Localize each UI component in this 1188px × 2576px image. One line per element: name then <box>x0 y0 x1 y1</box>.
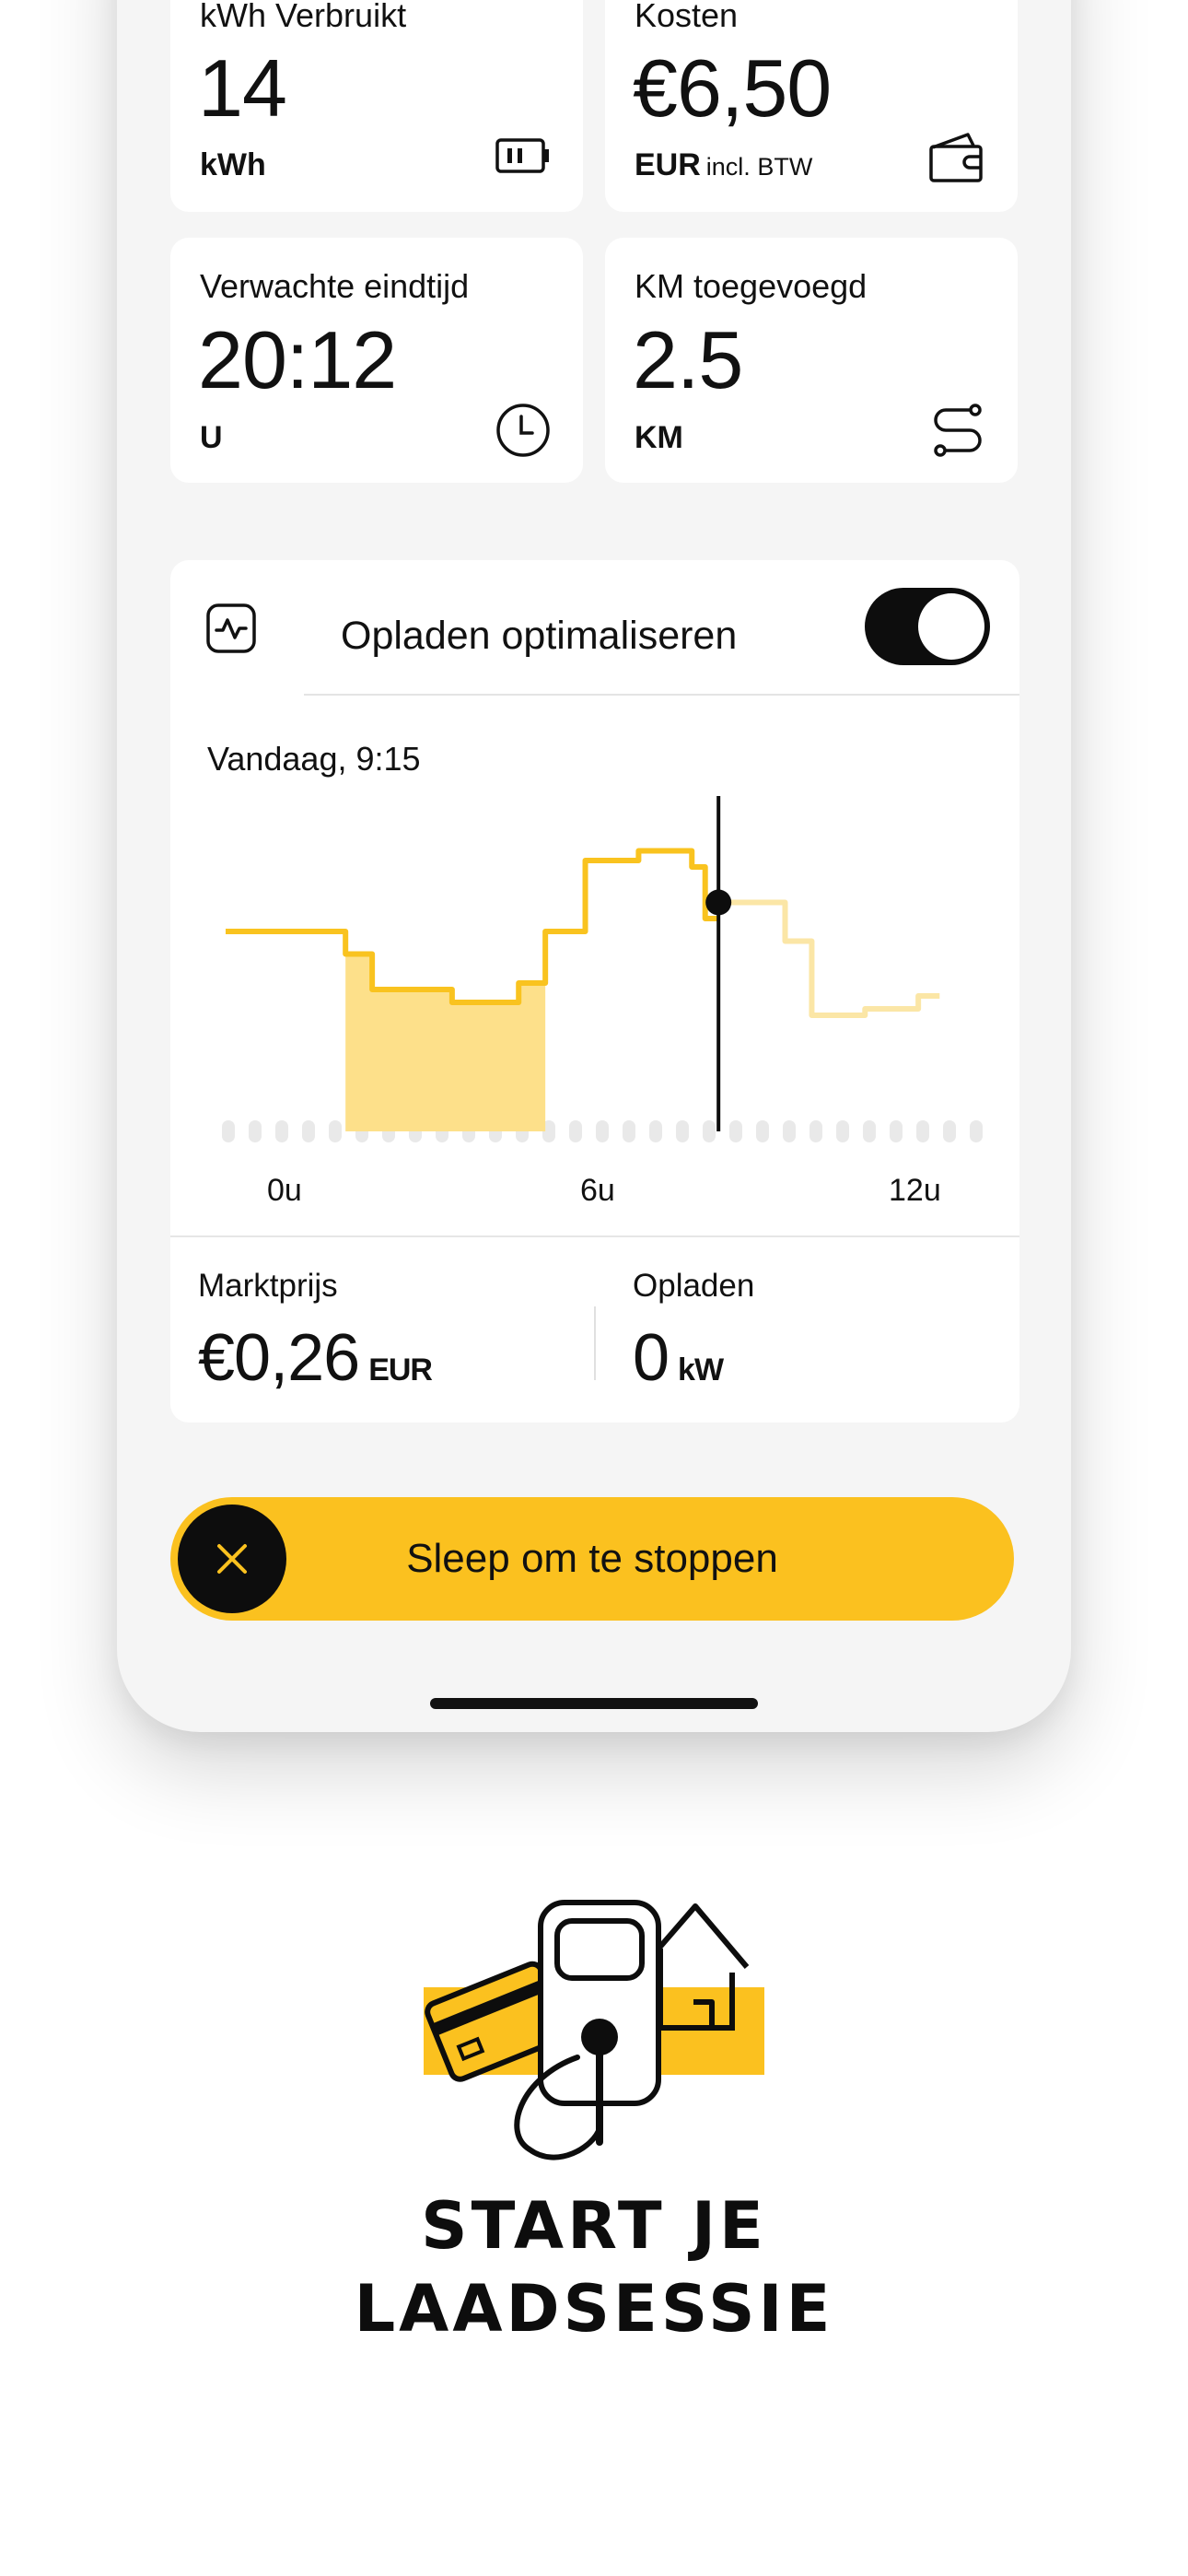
activity-icon <box>205 603 257 659</box>
axis-dot <box>676 1120 689 1142</box>
stat-value: 14 <box>198 42 287 134</box>
stat-card-end-time: Verwachte eindtijd 20:12 U <box>170 238 583 483</box>
charging-window-area <box>345 954 546 1131</box>
stat-unit: kWh <box>200 147 266 182</box>
price-chart[interactable] <box>170 790 1019 1187</box>
price-line-forecast <box>718 899 940 1018</box>
stat-label: Verwachte eindtijd <box>200 267 470 305</box>
chart-date-label: Vandaag, 9:15 <box>207 740 421 778</box>
optimize-title: Opladen optimaliseren <box>341 614 738 658</box>
axis-dot <box>649 1120 662 1142</box>
axis-dot <box>863 1120 876 1142</box>
battery-icon <box>495 136 552 181</box>
axis-dot <box>756 1120 769 1142</box>
stat-label: Kosten <box>635 0 739 34</box>
stat-value: 2.5 <box>633 314 743 405</box>
axis-dot <box>943 1120 956 1142</box>
route-icon <box>929 402 986 463</box>
x-tick-label: 12u <box>889 1173 941 1208</box>
market-price-label: Marktprijs <box>198 1268 338 1304</box>
stat-unit: KM <box>635 420 683 455</box>
promo-title-line2: LAADSESSIE <box>354 2271 834 2347</box>
charging-station-illustration <box>419 1893 769 2174</box>
slider-label: Sleep om te stoppen <box>406 1536 778 1581</box>
stat-card-kwh: kWh Verbruikt 14 kWh <box>170 0 583 212</box>
axis-dot <box>569 1120 582 1142</box>
axis-dot <box>596 1120 609 1142</box>
divider <box>170 1235 1019 1237</box>
axis-dot <box>809 1120 822 1142</box>
optimize-toggle[interactable] <box>865 588 990 665</box>
promo-title-line1: START JE <box>421 2188 767 2264</box>
price-line <box>226 848 719 1005</box>
stat-value: 20:12 <box>198 314 397 405</box>
axis-dot <box>222 1120 235 1142</box>
axis-dot <box>249 1120 262 1142</box>
axis-dot <box>275 1120 288 1142</box>
axis-dot <box>703 1120 716 1142</box>
axis-dot <box>970 1120 983 1142</box>
stat-label: kWh Verbruikt <box>200 0 407 34</box>
axis-dot <box>329 1120 342 1142</box>
clock-icon <box>495 402 552 463</box>
phone-screen: kWh Verbruikt 14 kWh Kosten €6,50 EUR inc… <box>117 0 1071 1732</box>
optimize-card: Opladen optimaliseren Vandaag, 9:15 0u 6… <box>170 560 1019 1423</box>
charging-power-value: 0 kW <box>633 1321 724 1395</box>
axis-dot <box>890 1120 903 1142</box>
stat-label: KM toegevoegd <box>635 267 868 305</box>
stat-card-km: KM toegevoegd 2.5 KM <box>605 238 1018 483</box>
market-price-value: €0,26 EUR <box>198 1321 433 1395</box>
wallet-icon <box>927 131 986 189</box>
axis-dot <box>302 1120 315 1142</box>
stat-value: €6,50 <box>633 42 832 134</box>
x-tick-label: 6u <box>580 1173 615 1208</box>
stat-unit: U <box>200 420 223 455</box>
axis-dot <box>836 1120 849 1142</box>
axis-dot <box>916 1120 929 1142</box>
toggle-knob <box>918 593 984 660</box>
charging-power-label: Opladen <box>633 1268 755 1304</box>
slide-to-stop[interactable]: Sleep om te stoppen <box>170 1497 1014 1621</box>
home-indicator[interactable] <box>430 1698 758 1709</box>
stat-card-cost: Kosten €6,50 EUR incl. BTW <box>605 0 1018 212</box>
axis-dot <box>623 1120 635 1142</box>
axis-dot <box>783 1120 796 1142</box>
x-tick-label: 0u <box>267 1173 302 1208</box>
current-time-marker <box>705 889 732 916</box>
axis-dot <box>729 1120 742 1142</box>
divider <box>594 1306 596 1380</box>
divider <box>304 694 1019 696</box>
stat-unit: EUR incl. BTW <box>635 147 813 182</box>
